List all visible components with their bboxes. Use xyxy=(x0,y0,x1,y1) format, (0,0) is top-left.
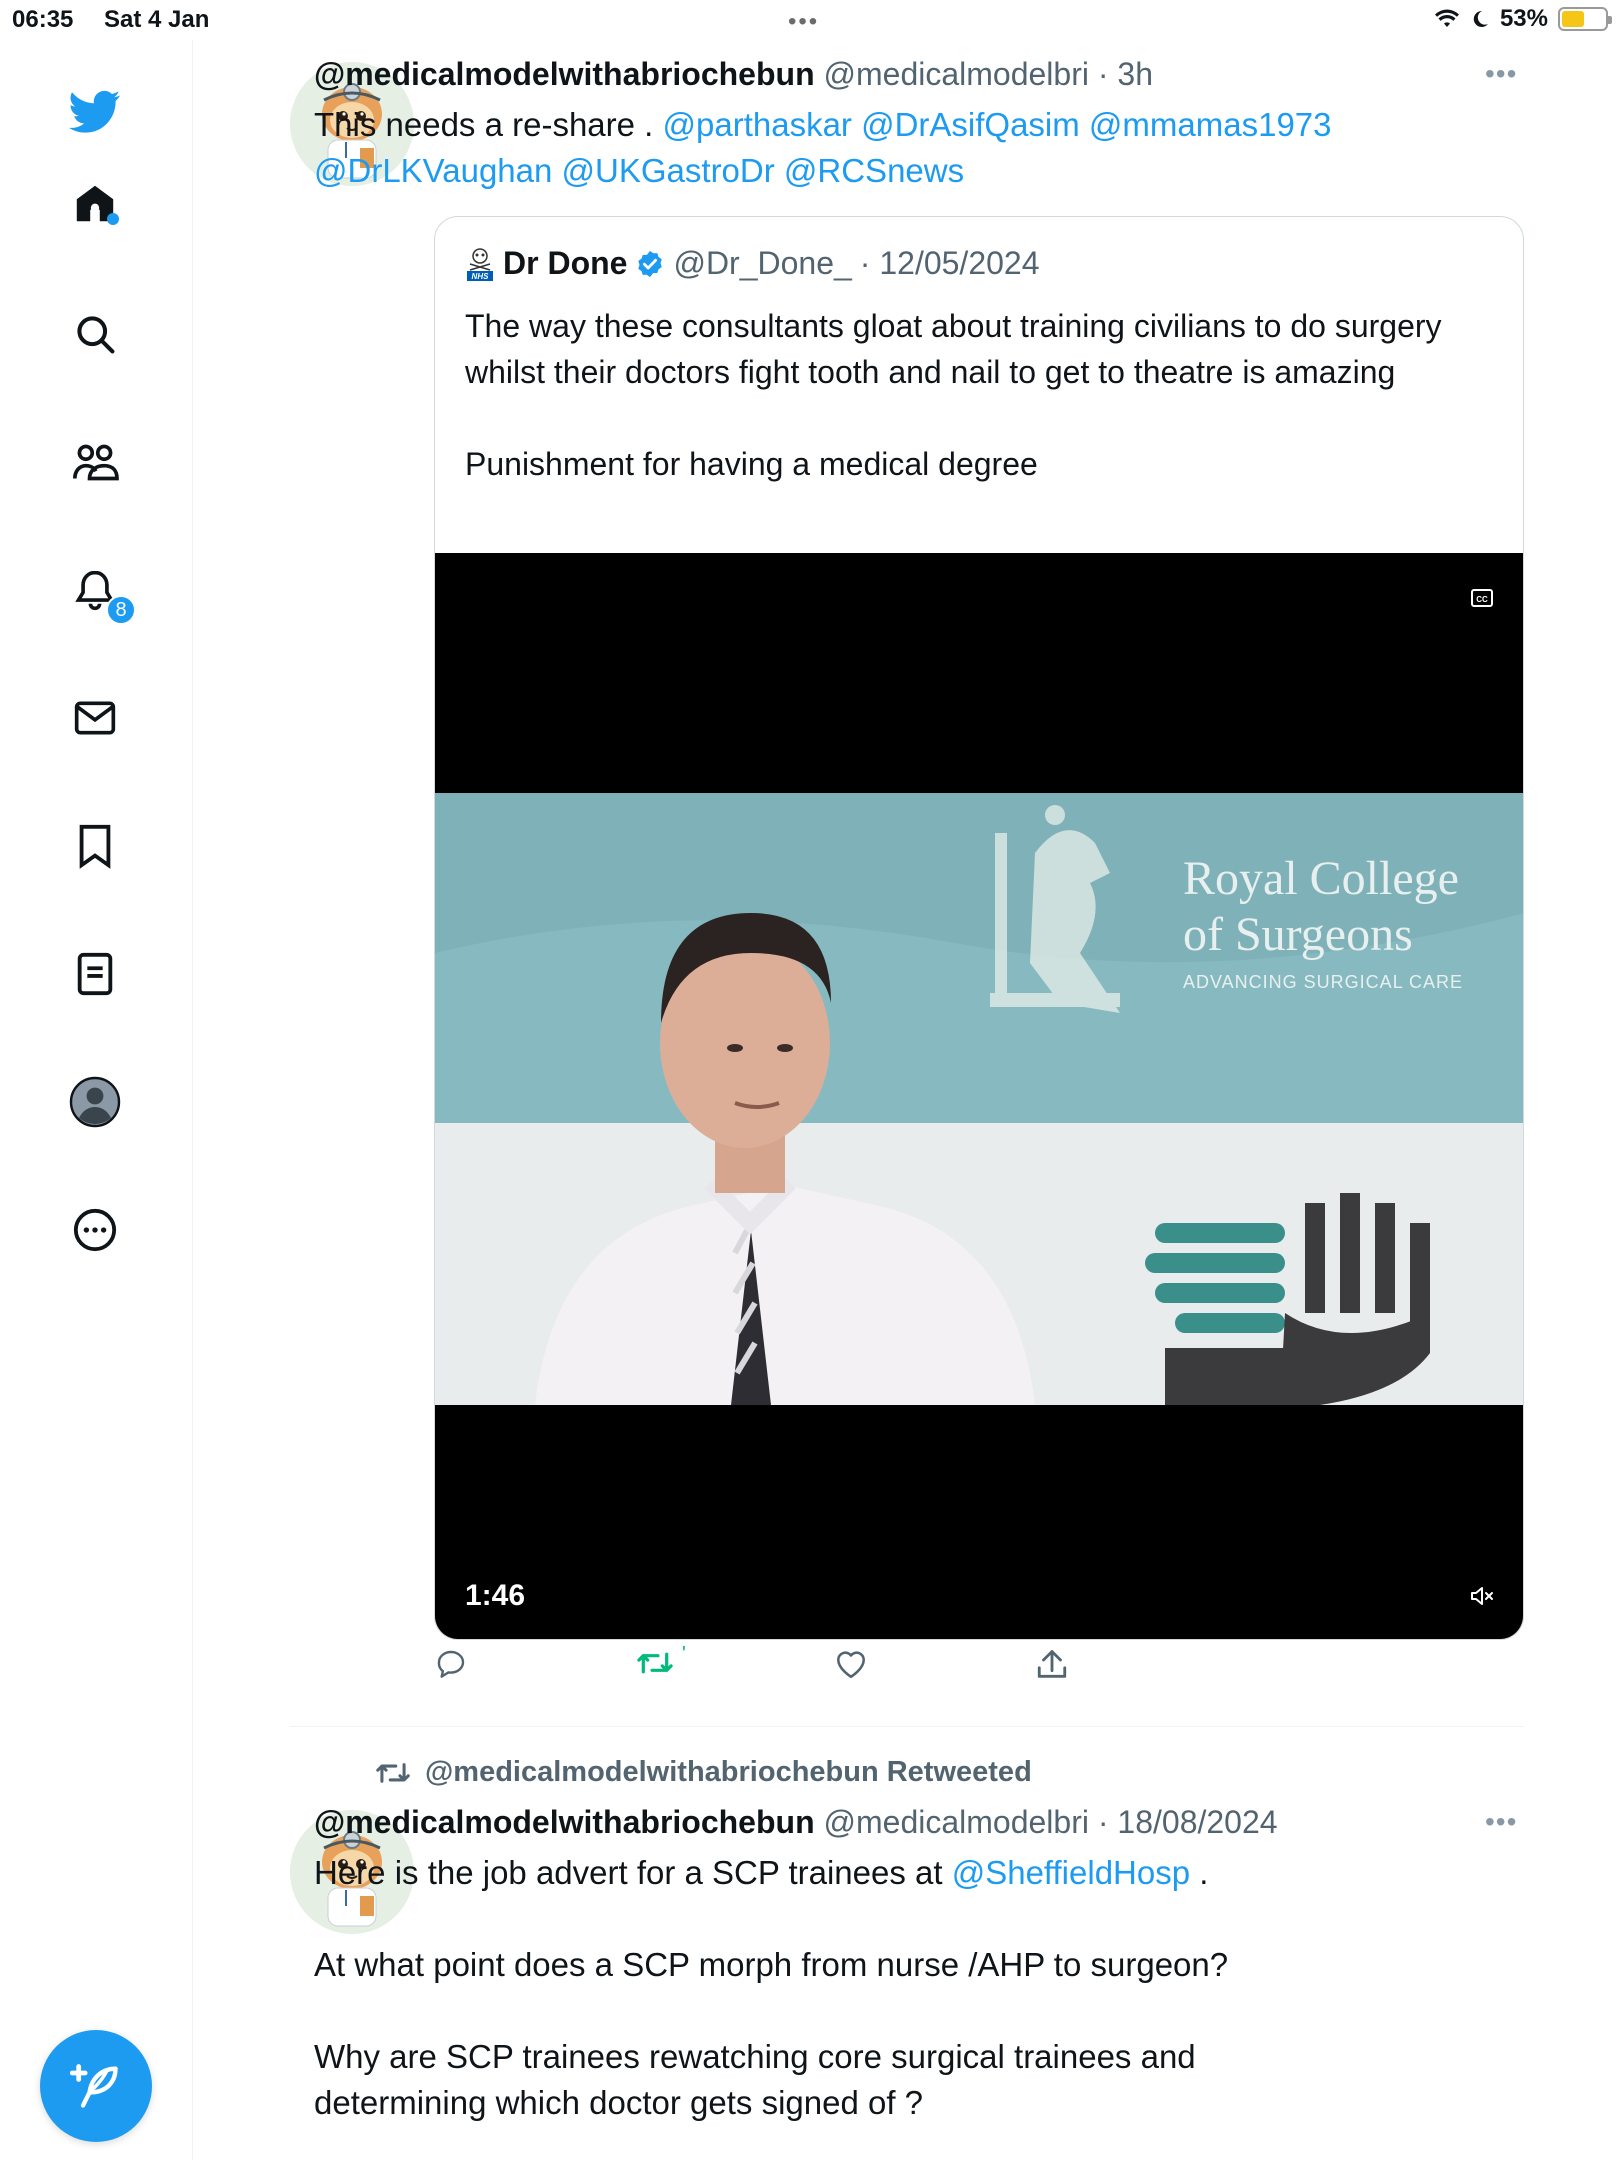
share-button[interactable] xyxy=(1036,1648,1068,1682)
tweet-timestamp[interactable]: · 3h xyxy=(1098,56,1153,92)
status-indicators: 53% xyxy=(1434,5,1612,33)
author-display-name[interactable]: @medicalmodelwithabriochebun xyxy=(314,56,815,92)
tweet-text: This needs a re-share . xyxy=(314,106,663,143)
bookmarks-icon[interactable] xyxy=(69,820,121,872)
quote-header: NHS Dr Done @Dr_Done_ · 12/05/2024 xyxy=(465,245,1040,282)
mention-link[interactable]: @SheffieldHosp xyxy=(952,1854,1190,1891)
home-unread-dot xyxy=(107,213,119,225)
video-duration: 1:46 xyxy=(465,1579,526,1612)
tweet-header: @medicalmodelwithabriochebun @medicalmod… xyxy=(314,1804,1278,1841)
reply-icon xyxy=(437,1650,465,1678)
svg-text:NHS: NHS xyxy=(472,272,490,281)
mention-links[interactable]: @parthaskar @DrAsifQasim @mmamas1973 xyxy=(663,106,1332,143)
profile-avatar-icon[interactable] xyxy=(69,1076,121,1128)
retweet-count: ' xyxy=(682,1642,686,1665)
author-handle[interactable]: @medicalmodelbri xyxy=(824,1804,1089,1840)
battery-icon xyxy=(1558,7,1612,31)
timeline-feed: @medicalmodelwithabriochebun @medicalmod… xyxy=(193,40,1620,2160)
tweet-body: Here is the job advert for a SCP trainee… xyxy=(314,1850,1534,2126)
quote-author-name[interactable]: Dr Done xyxy=(503,245,627,282)
compose-tweet-button[interactable] xyxy=(40,2030,152,2142)
moon-icon xyxy=(1473,10,1488,27)
status-bar: 06:35 Sat 4 Jan ••• 53% xyxy=(0,0,1620,40)
quote-date[interactable]: · 12/05/2024 xyxy=(860,245,1040,282)
sidebar: 8 xyxy=(0,40,193,2160)
quoted-tweet-card[interactable]: NHS Dr Done @Dr_Done_ · 12/05/2024 The w… xyxy=(434,216,1524,1640)
status-time: 06:35 xyxy=(12,6,74,33)
twitter-logo-icon[interactable] xyxy=(69,86,121,138)
tweet-more-menu-icon[interactable]: ••• xyxy=(1485,1806,1517,1838)
tweet-actions: ' xyxy=(434,1643,1234,1698)
quote-paragraph: Punishment for having a medical degree xyxy=(465,446,1038,482)
like-button[interactable] xyxy=(834,1648,868,1680)
more-options-icon[interactable] xyxy=(69,1204,121,1256)
wifi-icon xyxy=(1434,9,1459,27)
nhs-skull-avatar-icon[interactable]: NHS xyxy=(465,246,495,282)
battery-percent: 53% xyxy=(1499,5,1548,32)
search-icon[interactable] xyxy=(69,308,121,360)
retweet-button[interactable]: ' xyxy=(636,1643,686,1678)
lists-icon[interactable] xyxy=(69,948,121,1000)
tweet-more-menu-icon[interactable]: ••• xyxy=(1485,58,1517,90)
author-handle[interactable]: @medicalmodelbri xyxy=(824,56,1089,92)
multitasking-dots[interactable]: ••• xyxy=(788,8,819,36)
battery-level xyxy=(1562,11,1585,27)
tweet-body: This needs a re-share . @parthaskar @DrA… xyxy=(314,102,1534,194)
retweet-small-icon xyxy=(376,1762,410,1783)
tweet-paragraph: At what point does a SCP morph from nurs… xyxy=(314,1946,1229,1983)
messages-envelope-icon[interactable] xyxy=(69,692,121,744)
quote-text: The way these consultants gloat about tr… xyxy=(465,303,1485,487)
video-player[interactable]: CC Royal College of Surgeons ADVANCING S… xyxy=(435,553,1523,1639)
status-date: Sat 4 Jan xyxy=(104,6,210,33)
tweet-header: @medicalmodelwithabriochebun @medicalmod… xyxy=(314,56,1153,93)
tweet-timestamp[interactable]: · 18/08/2024 xyxy=(1098,1804,1278,1840)
share-upload-icon xyxy=(1037,1650,1067,1678)
video-thumbnail: Royal College of Surgeons ADVANCING SURG… xyxy=(435,793,1523,1405)
author-display-name[interactable]: @medicalmodelwithabriochebun xyxy=(314,1804,815,1840)
retweet-icon xyxy=(637,1652,673,1674)
retweeted-by-label[interactable]: @medicalmodelwithabriochebun Retweeted xyxy=(375,1756,1032,1789)
verified-badge-icon xyxy=(638,250,663,277)
mute-speaker-icon[interactable] xyxy=(1469,1585,1495,1607)
tweet-text: Here is the job advert for a SCP trainee… xyxy=(314,1854,952,1891)
notification-count-badge: 8 xyxy=(106,595,136,625)
retweeted-by-text: @medicalmodelwithabriochebun Retweeted xyxy=(425,1756,1032,1788)
svg-text:CC: CC xyxy=(1476,595,1488,604)
mention-links[interactable]: @DrLKVaughan @UKGastroDr @RCSnews xyxy=(314,152,964,189)
reply-button[interactable] xyxy=(434,1648,468,1680)
compose-feather-icon xyxy=(70,2064,118,2108)
tweet-text: . xyxy=(1190,1854,1209,1891)
quote-author-handle[interactable]: @Dr_Done_ xyxy=(673,245,851,282)
quote-paragraph: The way these consultants gloat about tr… xyxy=(465,308,1442,390)
tweet-divider xyxy=(290,1726,1524,1727)
heart-icon xyxy=(836,1651,866,1679)
communities-icon[interactable] xyxy=(69,436,121,488)
tweet-paragraph: Why are SCP trainees rewatching core sur… xyxy=(314,2038,1196,2121)
closed-captions-icon[interactable]: CC xyxy=(1471,589,1493,607)
